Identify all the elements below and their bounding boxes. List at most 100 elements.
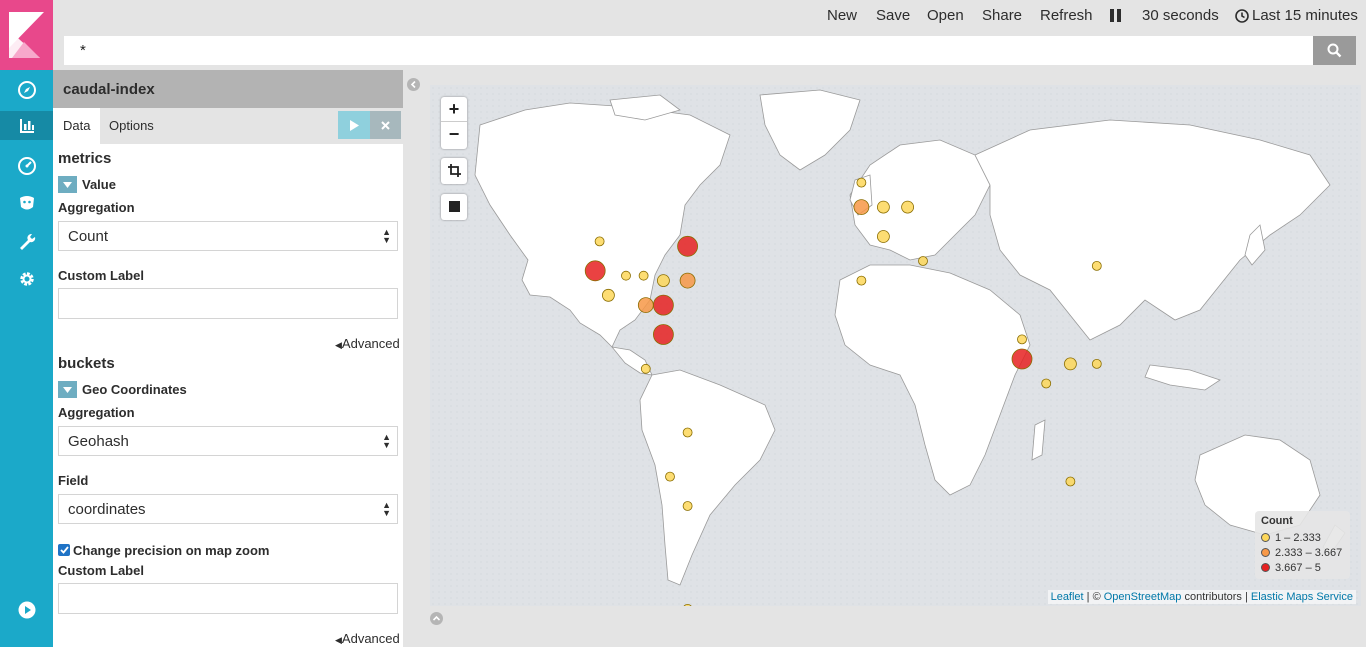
caret-left-icon: ◀ — [335, 635, 342, 645]
zoom-out-button[interactable]: − — [441, 122, 467, 147]
left-nav — [0, 0, 53, 647]
geohash-marker[interactable] — [853, 199, 870, 215]
dev-tools-icon[interactable] — [13, 228, 40, 255]
index-pattern-title: caudal-index — [63, 81, 155, 98]
apply-changes-button[interactable] — [338, 111, 370, 139]
precision-checkbox[interactable] — [58, 544, 70, 556]
buckets-field-select[interactable]: coordinates ▲ ▼ — [58, 494, 398, 524]
save-button[interactable]: Save — [876, 7, 910, 24]
buckets-section-title: buckets — [58, 355, 115, 372]
refresh-interval-button[interactable]: 30 seconds — [1142, 7, 1219, 24]
geohash-marker[interactable] — [638, 270, 649, 281]
zoom-in-button[interactable]: + — [441, 97, 467, 122]
draw-rectangle-button[interactable] — [441, 194, 467, 220]
visualize-icon[interactable] — [0, 111, 53, 140]
buckets-aggregation-value: Geohash — [68, 433, 129, 450]
toggle-spy-panel-button[interactable] — [430, 612, 443, 625]
geohash-marker[interactable] — [652, 324, 674, 345]
geohash-marker[interactable] — [682, 501, 693, 511]
tab-options[interactable]: Options — [99, 108, 164, 144]
buckets-agg-toggle[interactable] — [58, 381, 77, 398]
leaflet-link[interactable]: Leaflet — [1051, 591, 1084, 603]
metrics-agg-toggle[interactable] — [58, 176, 77, 193]
new-button[interactable]: New — [827, 7, 857, 24]
check-icon — [59, 546, 69, 554]
elastic-maps-service-link[interactable]: Elastic Maps Service — [1251, 591, 1353, 603]
precision-checkbox-label[interactable]: Change precision on map zoom — [73, 543, 269, 558]
geohash-marker[interactable] — [584, 260, 606, 282]
refresh-button[interactable]: Refresh — [1040, 7, 1093, 24]
geohash-marker[interactable] — [656, 274, 670, 288]
geohash-marker[interactable] — [652, 294, 674, 316]
buckets-aggregation-select[interactable]: Geohash ▲ ▼ — [58, 426, 398, 456]
geohash-marker[interactable] — [918, 256, 928, 266]
buckets-custom-label-input[interactable] — [58, 583, 398, 614]
open-button[interactable]: Open — [927, 7, 964, 24]
geohash-marker[interactable] — [901, 200, 915, 214]
buckets-field-label: Field — [58, 473, 89, 488]
geohash-marker[interactable] — [1091, 358, 1102, 369]
legend-label-high: 3.667 – 5 — [1275, 561, 1321, 574]
geohash-marker[interactable] — [1017, 334, 1027, 345]
geohash-marker[interactable] — [677, 235, 699, 257]
geohash-marker[interactable] — [594, 236, 605, 247]
metrics-aggregation-select[interactable]: Count ▲ ▼ — [58, 221, 398, 251]
editor-tabs: Data Options — [53, 108, 403, 144]
geohash-marker[interactable] — [682, 427, 693, 438]
discover-icon[interactable] — [13, 76, 40, 103]
collapse-sidebar-button[interactable] — [407, 78, 420, 91]
clock-icon — [1235, 9, 1249, 27]
square-icon — [441, 194, 467, 219]
geohash-marker[interactable] — [640, 363, 651, 374]
tile-map[interactable]: + − Count 1 – 2.333 2.333 – 3.667 3.667 … — [430, 85, 1361, 606]
legend-row: 3.667 – 5 — [1261, 560, 1344, 575]
editor-sidebar: caudal-index Data Options metrics Value … — [53, 70, 403, 647]
geohash-marker[interactable] — [856, 275, 867, 286]
metrics-aggregation-value: Count — [68, 228, 109, 245]
attribution-separator: | © — [1083, 591, 1104, 603]
legend-title: Count — [1261, 515, 1293, 527]
pause-icon[interactable] — [1110, 9, 1122, 26]
management-gear-icon[interactable] — [13, 265, 40, 292]
share-button[interactable]: Share — [982, 7, 1022, 24]
buckets-field-value: coordinates — [68, 501, 146, 518]
metrics-agg-name: Value — [82, 177, 116, 192]
geohash-marker[interactable] — [876, 200, 890, 214]
geohash-marker[interactable] — [1041, 378, 1052, 389]
buckets-advanced-toggle[interactable]: ◀Advanced — [335, 631, 400, 646]
select-arrows-icon: ▲ ▼ — [382, 432, 391, 450]
tab-data[interactable]: Data — [53, 108, 101, 144]
geohash-marker[interactable] — [876, 230, 890, 243]
chevron-down-icon — [63, 181, 72, 188]
geohash-marker[interactable] — [601, 288, 615, 302]
timelion-icon[interactable] — [13, 189, 40, 216]
search-button[interactable] — [1313, 36, 1356, 65]
legend-label-mid: 2.333 – 3.667 — [1275, 546, 1343, 559]
dashboard-icon[interactable] — [13, 152, 40, 179]
legend-dot-mid — [1261, 548, 1270, 557]
discard-changes-button[interactable] — [370, 111, 401, 139]
select-arrows-icon: ▲ ▼ — [382, 500, 391, 518]
geohash-marker[interactable] — [1011, 348, 1033, 370]
geohash-marker[interactable] — [1091, 260, 1102, 271]
metrics-advanced-label: Advanced — [341, 336, 400, 351]
legend-row: 1 – 2.333 — [1261, 530, 1344, 545]
geohash-marker[interactable] — [665, 471, 675, 482]
geohash-marker[interactable] — [621, 270, 631, 281]
buckets-aggregation-label: Aggregation — [58, 405, 135, 420]
openstreetmap-link[interactable]: OpenStreetMap — [1104, 591, 1182, 603]
time-range-button[interactable]: Last 15 minutes — [1252, 7, 1358, 24]
legend-dot-high — [1261, 563, 1270, 572]
geohash-marker[interactable] — [679, 272, 696, 289]
metrics-advanced-toggle[interactable]: ◀Advanced — [335, 336, 400, 351]
geohash-marker[interactable] — [637, 297, 654, 314]
geohash-marker[interactable] — [856, 177, 867, 188]
metrics-custom-label-input[interactable] — [58, 288, 398, 319]
fit-bounds-button[interactable] — [441, 158, 467, 184]
geohash-marker[interactable] — [1065, 476, 1076, 487]
buckets-custom-label-label: Custom Label — [58, 563, 144, 578]
geohash-marker[interactable] — [1064, 357, 1077, 371]
collapse-nav-icon[interactable] — [13, 596, 40, 623]
search-input[interactable] — [64, 36, 1314, 65]
kibana-logo[interactable] — [0, 0, 53, 70]
